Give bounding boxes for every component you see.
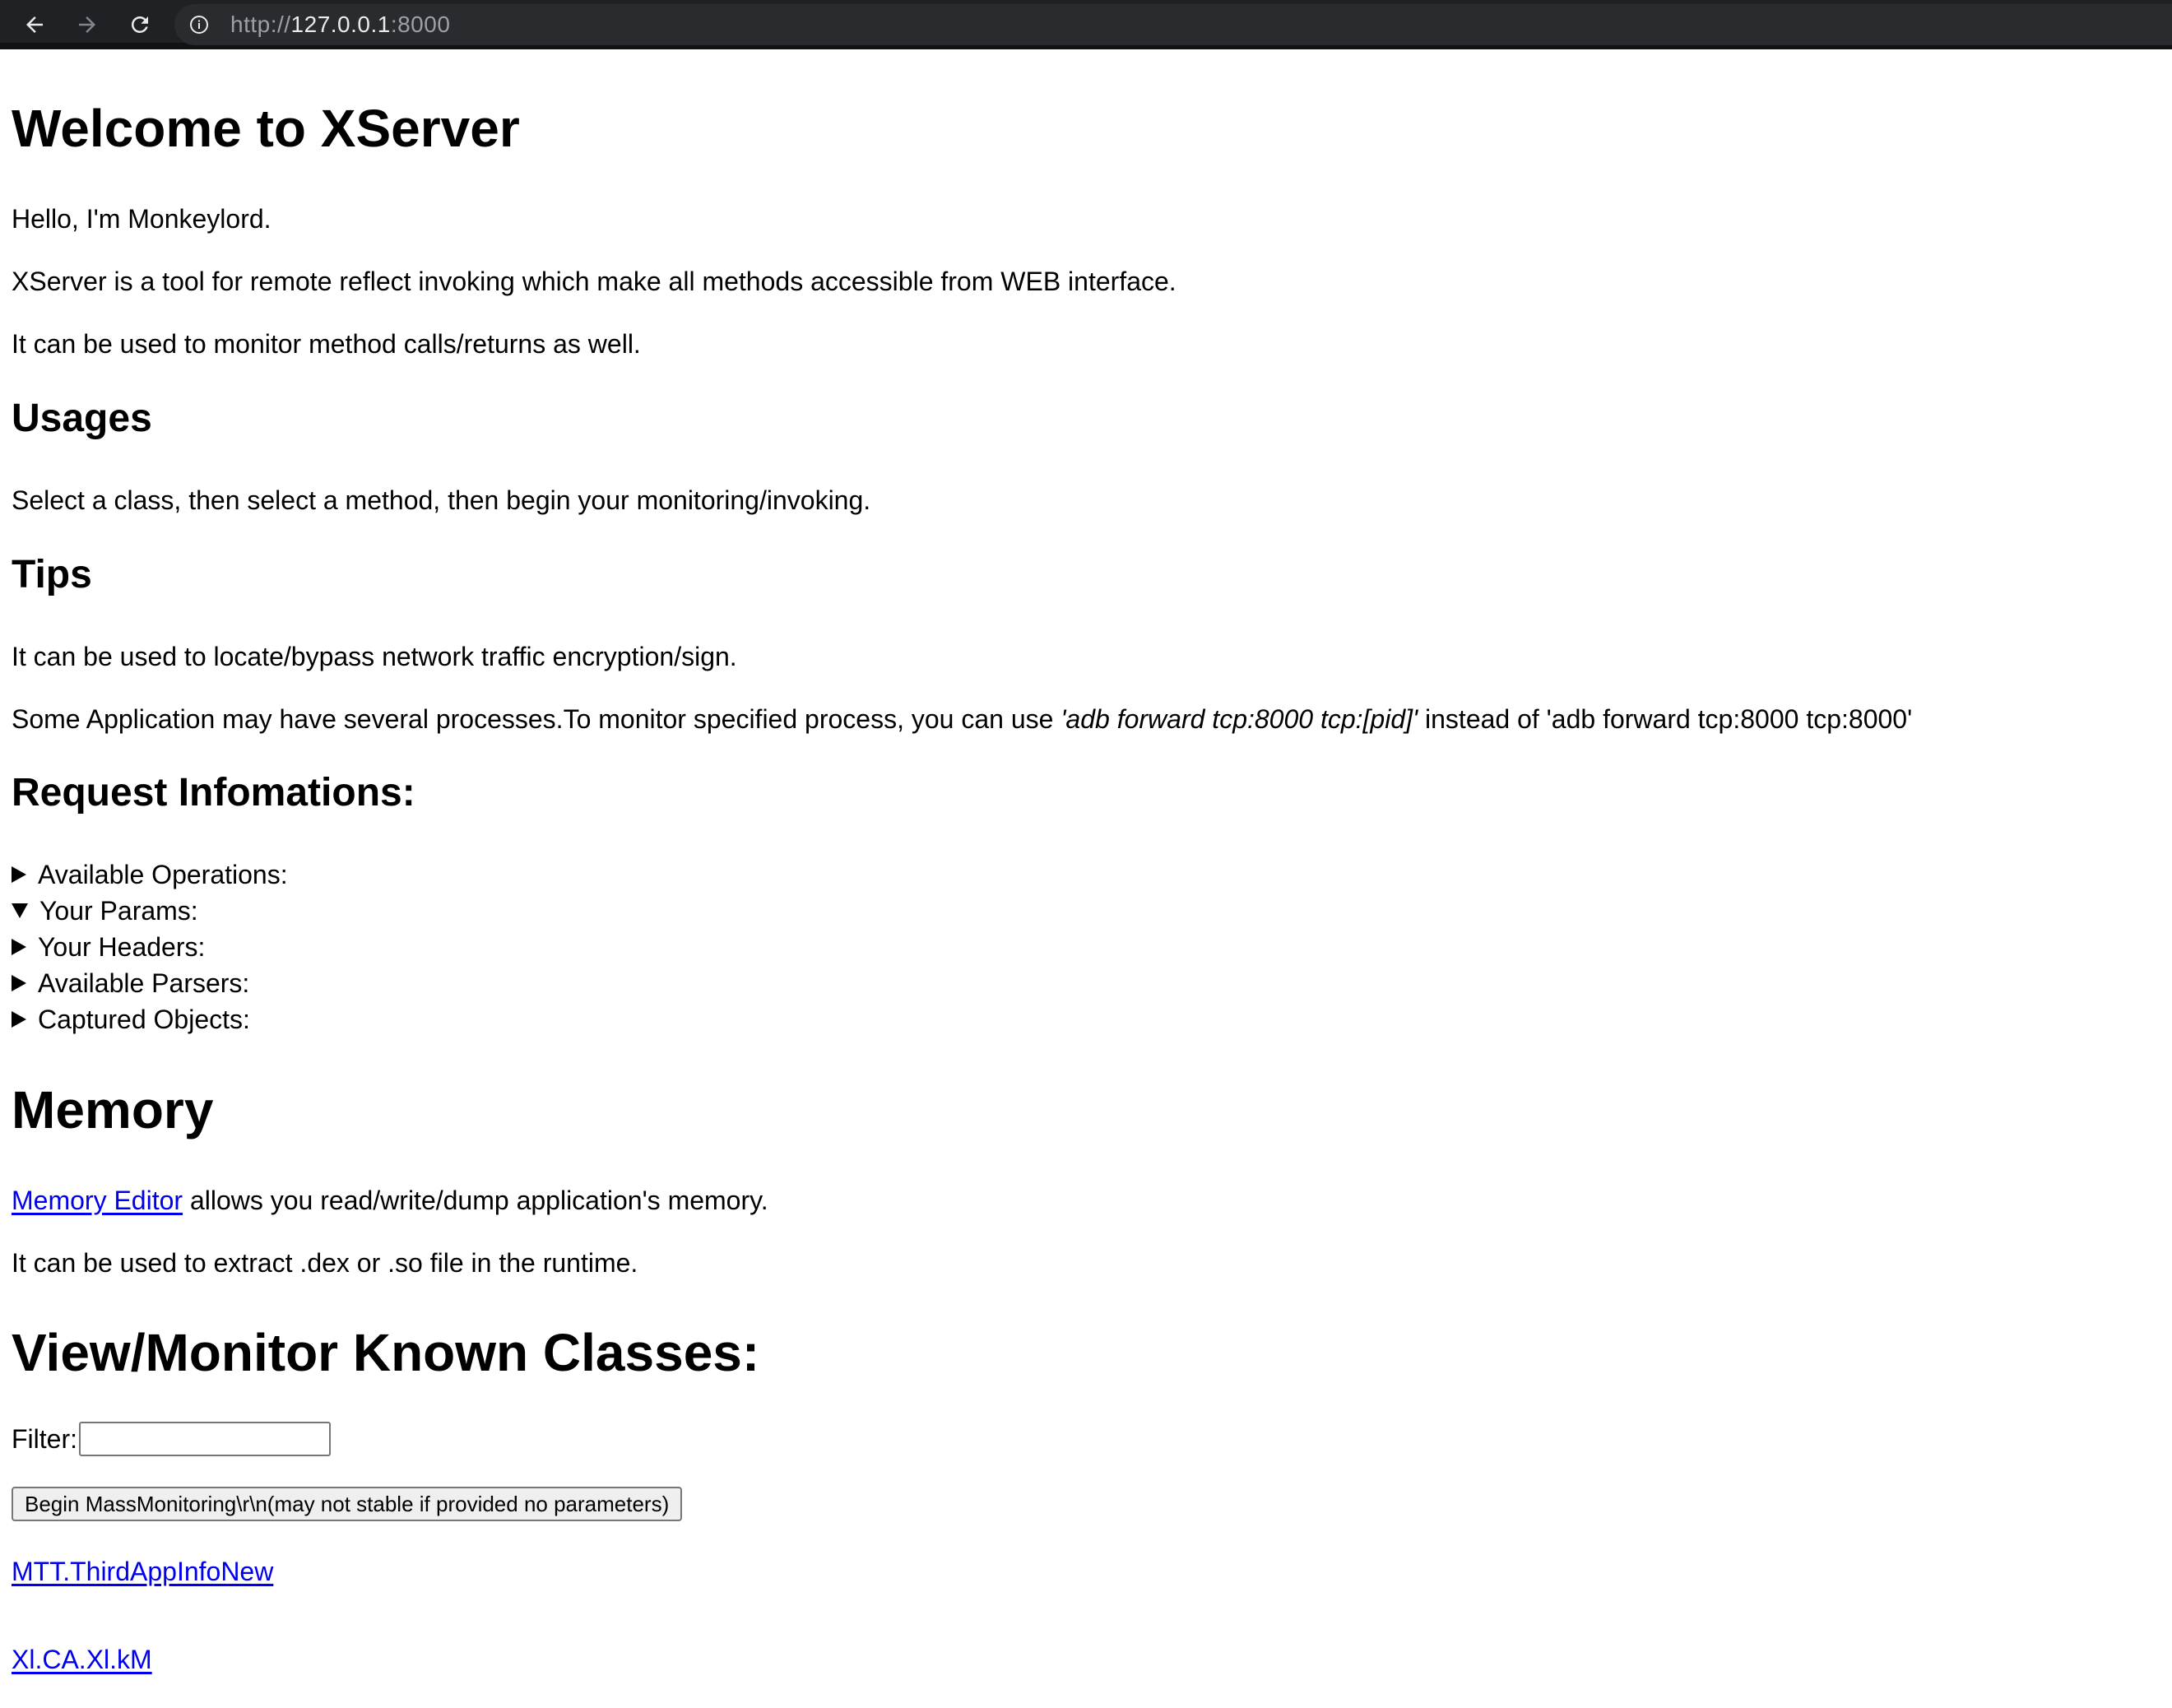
url-text[interactable]: http://127.0.0.1:8000 <box>230 13 450 36</box>
tips-heading: Tips <box>12 553 92 596</box>
classes-heading: View/Monitor Known Classes: <box>12 1323 760 1382</box>
usages-heading: Usages <box>12 397 152 440</box>
address-bar[interactable]: http://127.0.0.1:8000 <box>174 4 2172 45</box>
details-your-headers[interactable]: Your Headers: <box>12 931 205 963</box>
request-heading: Request Infomations: <box>12 771 415 815</box>
filter-label: Filter: <box>12 1424 77 1454</box>
begin-mass-monitoring-button[interactable]: Begin MassMonitoring\r\n(may not stable … <box>12 1487 683 1521</box>
back-button[interactable] <box>16 7 53 43</box>
info-icon[interactable] <box>189 15 209 35</box>
tips-adb-command: 'adb forward tcp:8000 tcp:[pid]' <box>1060 704 1418 734</box>
page-title: Welcome to XServer <box>12 99 520 158</box>
details-available-parsers[interactable]: Available Parsers: <box>12 967 249 1000</box>
url-port: :8000 <box>390 12 451 37</box>
forward-button[interactable] <box>69 7 105 43</box>
tips-line-2: Some Application may have several proces… <box>12 703 1912 736</box>
details-label: Available Parsers: <box>38 968 250 998</box>
memory-line-1-suffix: allows you read/write/dump application's… <box>183 1186 768 1215</box>
reload-button[interactable] <box>122 7 158 43</box>
class-list-item: MTT.ThirdAppInfoNew <box>12 1555 273 1588</box>
back-arrow-icon <box>26 16 43 33</box>
disclosure-right-icon <box>12 1011 26 1028</box>
details-captured-objects[interactable]: Captured Objects: <box>12 1003 250 1036</box>
memory-line-1: Memory Editor allows you read/write/dump… <box>12 1184 768 1217</box>
details-label: Captured Objects: <box>38 1005 250 1034</box>
url-scheme: http:// <box>230 12 291 37</box>
mass-monitoring-row: Begin MassMonitoring\r\n(may not stable … <box>12 1487 683 1521</box>
memory-editor-link[interactable]: Memory Editor <box>12 1186 183 1215</box>
intro-description: XServer is a tool for remote reflect inv… <box>12 267 1176 296</box>
details-available-operations[interactable]: Available Operations: <box>12 858 288 891</box>
reload-icon <box>131 16 148 33</box>
filter-row: Filter: <box>12 1422 331 1456</box>
disclosure-right-icon <box>12 975 26 991</box>
disclosure-down-icon <box>12 903 28 918</box>
intro-monitor: It can be used to monitor method calls/r… <box>12 329 641 359</box>
details-your-params[interactable]: Your Params: <box>12 894 198 927</box>
url-host: 127.0.0.1 <box>290 12 391 37</box>
browser-toolbar: http://127.0.0.1:8000 <box>0 0 2172 49</box>
details-label: Your Params: <box>39 896 198 926</box>
memory-line-2: It can be used to extract .dex or .so fi… <box>12 1248 638 1278</box>
tips-line-1: It can be used to locate/bypass network … <box>12 642 737 671</box>
disclosure-right-icon <box>12 866 26 883</box>
memory-heading: Memory <box>12 1080 214 1139</box>
forward-arrow-icon <box>79 16 95 33</box>
tips-line-2-suffix: instead of 'adb forward tcp:8000 tcp:800… <box>1418 704 1913 734</box>
details-label: Your Headers: <box>38 932 206 962</box>
details-label: Available Operations: <box>38 860 288 889</box>
tips-line-2-prefix: Some Application may have several proces… <box>12 704 1061 734</box>
class-list-item: Xl.CA.Xl.kM <box>12 1643 152 1676</box>
usages-text: Select a class, then select a method, th… <box>12 485 871 515</box>
disclosure-right-icon <box>12 939 26 955</box>
filter-input[interactable] <box>79 1422 331 1456</box>
class-link[interactable]: Xl.CA.Xl.kM <box>12 1645 152 1674</box>
intro-greeting: Hello, I'm Monkeylord. <box>12 204 272 234</box>
class-link[interactable]: MTT.ThirdAppInfoNew <box>12 1557 273 1586</box>
